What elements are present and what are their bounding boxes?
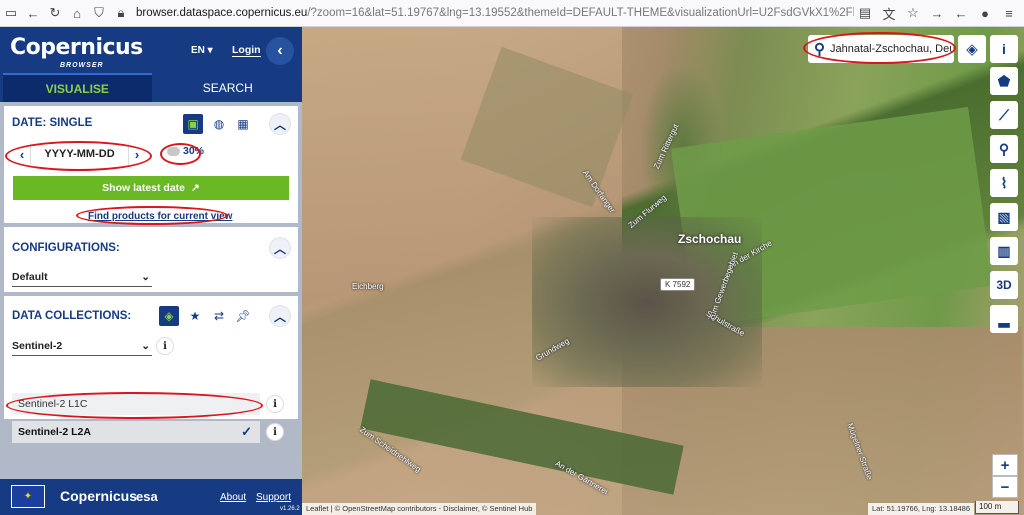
reader-view-icon[interactable]: ▤	[854, 2, 876, 24]
browser-toolbar: ▭ ← ↻ ⌂ ⛉ 🔒︎ browser.dataspace.copernicu…	[0, 0, 1024, 27]
eu-flag-icon[interactable]: ✦	[11, 485, 45, 508]
location-search-value: Jahnatal-Zschochau, Deuts	[830, 43, 954, 55]
calendar-range-icon[interactable]: ▦	[233, 114, 253, 134]
star-icon[interactable]: ★	[185, 306, 205, 326]
chevron-down-icon: ⌄	[141, 339, 150, 352]
tab-visualise[interactable]: VISUALISE	[3, 73, 152, 102]
configuration-selected: Default	[12, 270, 48, 283]
main-tabs: VISUALISE SEARCH	[0, 73, 302, 102]
timelapse-icon[interactable]: ▥	[990, 237, 1018, 265]
zoom-in-button[interactable]: +	[992, 454, 1018, 476]
esa-logo[interactable]: esa	[136, 489, 158, 504]
data-collection-selected: Sentinel-2	[12, 339, 63, 352]
checkmark-icon: ✓	[241, 424, 252, 439]
map-pin-icon[interactable]: ⚲	[990, 135, 1018, 163]
language-select[interactable]: EN ▾	[191, 45, 213, 56]
location-search-input[interactable]: ⚲ Jahnatal-Zschochau, Deuts	[808, 35, 954, 63]
3d-view-icon[interactable]: 3D	[990, 271, 1018, 299]
back-icon[interactable]: ←	[22, 2, 44, 24]
cursor-coordinates: Lat: 51.19766, Lng: 13.18486	[868, 503, 975, 515]
configurations-title: CONFIGURATIONS:	[12, 242, 120, 254]
logo-sub: BROWSER	[60, 62, 104, 69]
map-street-label: Eichberg	[352, 282, 384, 291]
copernicus-browser-logo[interactable]: Copernicus BROWSER	[10, 35, 143, 69]
about-link[interactable]: About	[220, 492, 246, 503]
chevron-down-icon: ⌄	[141, 270, 150, 283]
url-host: browser.dataspace.copernicus.eu	[136, 7, 308, 19]
bookmark-star-icon[interactable]: ☆	[902, 2, 924, 24]
next-date-icon[interactable]: ›	[129, 147, 145, 162]
date-panel: DATE: SINGLE ▣ ◍ ▦ ︿ ‹ YYYY-MM-DD › 30% …	[4, 106, 298, 223]
data-collections-title: DATA COLLECTIONS:	[12, 310, 132, 322]
layer-row[interactable]: Sentinel-2 L1C	[12, 393, 260, 415]
image-download-icon[interactable]: ▧	[990, 203, 1018, 231]
tab-search[interactable]: SEARCH	[154, 73, 303, 102]
sidebar-footer: ✦ Copernicus esa About Support v1.26.2	[0, 479, 302, 515]
info-icon[interactable]: i	[266, 423, 284, 441]
url-path: /?zoom=16&lat=51.19767&lng=13.19552&them…	[307, 7, 854, 19]
statistics-chart-icon[interactable]: ▂	[990, 305, 1018, 333]
arrow-up-right-icon: ↗	[191, 182, 200, 194]
search-icon: ⚲	[814, 41, 825, 58]
collapse-configurations-button[interactable]: ︿	[269, 237, 291, 259]
date-input[interactable]: YYYY-MM-DD	[30, 143, 129, 165]
draw-polygon-icon[interactable]: ⬟	[990, 67, 1018, 95]
measure-ruler-icon[interactable]: ⌇	[990, 169, 1018, 197]
reload-icon[interactable]: ↻	[44, 2, 66, 24]
pin-icon[interactable]: 📌︎	[233, 306, 253, 326]
find-products-link[interactable]: Find products for current view	[88, 211, 232, 222]
collapse-sidebar-button[interactable]: ‹	[266, 37, 294, 65]
configuration-select[interactable]: Default ⌄	[12, 267, 152, 287]
collapse-date-panel-button[interactable]: ︿	[269, 113, 291, 135]
zoom-out-button[interactable]: −	[992, 476, 1018, 498]
layers-icon[interactable]: ◈	[159, 306, 179, 326]
date-picker: ‹ YYYY-MM-DD ›	[14, 142, 145, 166]
cloud-cover-filter[interactable]: 30%	[167, 145, 204, 157]
info-icon[interactable]: i	[266, 395, 284, 413]
globe-icon[interactable]: ◍	[209, 114, 229, 134]
logo-text: Copernicus	[10, 35, 143, 60]
layer-label: Sentinel-2 L2A	[18, 426, 91, 438]
address-bar[interactable]: browser.dataspace.copernicus.eu/?zoom=16…	[132, 0, 854, 27]
single-date-icon[interactable]: ▣	[183, 114, 203, 134]
copernicus-logo[interactable]: Copernicus	[60, 488, 137, 504]
data-collections-panel: DATA COLLECTIONS: ◈ ★ ⇄ 📌︎ ︿ Sentinel-2 …	[4, 296, 298, 443]
home-icon[interactable]: ⌂	[66, 2, 88, 24]
prev-date-icon[interactable]: ‹	[14, 147, 30, 162]
login-button[interactable]: Login	[232, 44, 261, 57]
road-badge: K 7592	[660, 278, 696, 291]
info-icon[interactable]: i	[156, 337, 174, 355]
back-nav-icon[interactable]: ←	[950, 2, 972, 24]
info-button[interactable]: i	[990, 35, 1018, 63]
extension-icon[interactable]: ●	[974, 2, 996, 24]
cloud-icon	[167, 146, 180, 156]
layer-row[interactable]: Sentinel-2 L2A ✓	[12, 421, 260, 443]
collapse-data-collections-button[interactable]: ︿	[269, 305, 291, 327]
cloud-cover-value: 30%	[183, 145, 205, 157]
layer-label: Sentinel-2 L1C	[18, 398, 88, 410]
menu-icon[interactable]: ≡	[998, 2, 1020, 24]
map-attribution: Leaflet | © OpenStreetMap contributors -…	[302, 503, 537, 515]
map-view[interactable]: Zschochau K 7592 Eichberg Am Dorfanger Z…	[302, 27, 1024, 515]
show-latest-date-button[interactable]: Show latest date ↗	[13, 176, 289, 200]
show-latest-label: Show latest date	[102, 182, 186, 194]
scale-bar: 100 m	[975, 501, 1019, 514]
sidebar-header: Copernicus BROWSER EN ▾ Login ‹ VISUALIS…	[0, 27, 302, 102]
support-link[interactable]: Support	[256, 492, 291, 503]
map-layers-button[interactable]: ◈	[958, 35, 986, 63]
language-label: EN	[191, 45, 205, 56]
lock-icon[interactable]: 🔒︎	[110, 2, 132, 24]
configurations-panel: CONFIGURATIONS: ︿ Default ⌄	[4, 227, 298, 292]
shield-icon[interactable]: ⛉	[88, 2, 110, 24]
data-collection-select[interactable]: Sentinel-2 ⌄	[12, 336, 152, 356]
sidebar-toggle-icon[interactable]: ▭	[0, 2, 22, 24]
map-town-label: Zschochau	[678, 232, 742, 246]
forward-icon[interactable]: →	[926, 2, 948, 24]
draw-line-icon[interactable]: ⟋	[990, 101, 1018, 129]
sidebar: Copernicus BROWSER EN ▾ Login ‹ VISUALIS…	[0, 27, 302, 515]
compare-icon[interactable]: ⇄	[209, 306, 229, 326]
date-panel-title: DATE: SINGLE	[12, 117, 93, 129]
translate-icon[interactable]: 文	[878, 2, 900, 24]
version-label: v1.26.2	[280, 506, 300, 512]
